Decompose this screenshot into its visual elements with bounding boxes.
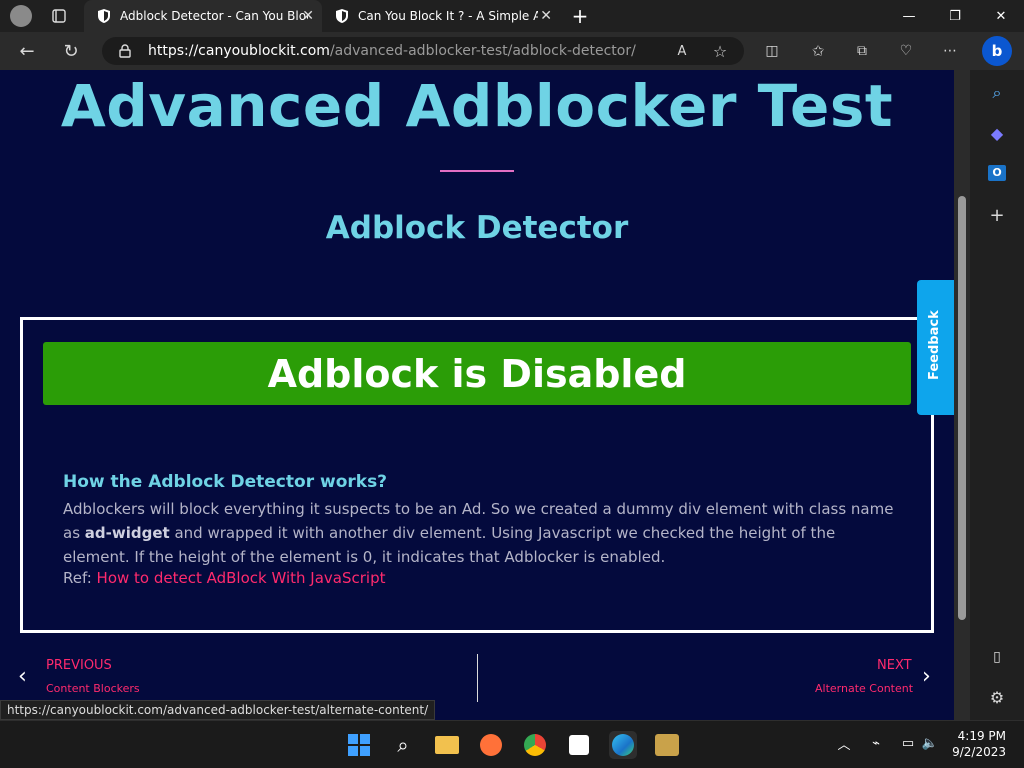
browser-essentials-icon[interactable]: ♡ <box>896 41 916 61</box>
windows-start-icon[interactable] <box>345 731 373 759</box>
favorites-icon[interactable]: ✩ <box>808 41 828 61</box>
windows-taskbar: ⌕ ︿ ⌁ ▭ 🔈 4:19 PM 9/2/2023 <box>0 720 1024 768</box>
ref-label: Ref: <box>63 569 97 587</box>
tab-title: Can You Block It ? - A Simple Ad <box>358 9 538 23</box>
how-it-works-heading: How the Adblock Detector works? <box>63 472 388 492</box>
search-icon[interactable]: ⌕ <box>984 80 1010 106</box>
previous-link-title[interactable]: Content Blockers <box>46 682 140 695</box>
nav-separator <box>477 654 478 702</box>
tab-can-you-block-it[interactable]: Can You Block It ? - A Simple Ad ✕ <box>322 0 560 32</box>
clock-date: 9/2/2023 <box>952 745 1006 759</box>
lock-icon[interactable] <box>118 43 132 59</box>
profile-avatar[interactable] <box>10 5 32 27</box>
system-clock[interactable]: 4:19 PM 9/2/2023 <box>952 728 1006 760</box>
copilot-icon[interactable]: ◆ <box>984 120 1010 146</box>
clock-time: 4:19 PM <box>957 729 1006 743</box>
close-tab-icon[interactable]: ✕ <box>540 8 552 24</box>
title-bar: Adblock Detector - Can You Block ✕ Can Y… <box>0 0 1024 32</box>
previous-link-label[interactable]: PREVIOUS <box>46 658 112 673</box>
adblock-status-banner: Adblock is Disabled <box>43 342 911 405</box>
read-aloud-icon[interactable]: A <box>672 41 692 61</box>
close-tab-icon[interactable]: ✕ <box>302 8 314 24</box>
url-path: /advanced-adblocker-test/adblock-detecto… <box>329 43 636 59</box>
feedback-tab[interactable]: Feedback <box>917 280 954 415</box>
next-link-title[interactable]: Alternate Content <box>815 682 913 695</box>
hide-sidebar-icon[interactable]: ▯ <box>984 644 1010 670</box>
shield-icon <box>98 9 110 23</box>
page-title: Advanced Adblocker Test <box>60 72 894 140</box>
how-text-part-2: and wrapped it with another div element.… <box>63 524 836 566</box>
settings-gear-icon[interactable]: ⚙ <box>984 684 1010 710</box>
search-icon[interactable]: ⌕ <box>389 731 417 759</box>
back-icon[interactable]: ← <box>16 40 38 62</box>
more-menu-icon[interactable]: ⋯ <box>940 41 960 61</box>
tab-adblock-detector[interactable]: Adblock Detector - Can You Block ✕ <box>84 0 322 32</box>
edge-icon[interactable] <box>609 731 637 759</box>
web-page: Advanced Adblocker Test Adblock Detector… <box>0 70 954 720</box>
scrollbar-thumb[interactable] <box>958 196 966 620</box>
outlook-icon[interactable]: O <box>984 160 1010 186</box>
collections-icon[interactable]: ⧉ <box>852 41 872 61</box>
previous-arrow-icon[interactable]: ‹ <box>18 664 27 689</box>
minimize-icon[interactable]: — <box>886 0 932 32</box>
url-host: https://canyoublockit.com <box>148 43 330 59</box>
feedback-label: Feedback <box>927 310 942 380</box>
file-explorer-icon[interactable] <box>433 731 461 759</box>
reference-link[interactable]: How to detect AdBlock With JavaScript <box>97 569 386 587</box>
detector-card: Adblock is Disabled How the Adblock Dete… <box>20 317 934 633</box>
reference-line: Ref: How to detect AdBlock With JavaScri… <box>63 569 386 587</box>
next-link-label[interactable]: NEXT <box>877 658 912 673</box>
link-status-url: https://canyoublockit.com/advanced-adblo… <box>0 700 436 720</box>
display-icon[interactable]: ▭ <box>898 733 918 753</box>
tab-actions-icon[interactable] <box>48 6 70 26</box>
shield-icon <box>336 9 348 23</box>
add-sidebar-app-icon[interactable]: + <box>984 202 1010 228</box>
close-window-icon[interactable]: ✕ <box>978 0 1024 32</box>
refresh-icon[interactable]: ↻ <box>60 40 82 62</box>
bing-copilot-icon[interactable]: b <box>982 36 1012 66</box>
title-divider <box>440 170 514 172</box>
chrome-icon[interactable] <box>521 731 549 759</box>
new-tab-icon[interactable]: + <box>568 4 592 28</box>
favorite-star-icon[interactable]: ☆ <box>710 41 730 61</box>
volume-icon[interactable]: 🔈 <box>920 733 940 753</box>
firefox-icon[interactable] <box>477 731 505 759</box>
photos-app-icon[interactable] <box>653 731 681 759</box>
url-text[interactable]: https://canyoublockit.com/advanced-adblo… <box>148 43 636 59</box>
network-icon[interactable]: ⌁ <box>866 733 886 753</box>
how-it-works-text: Adblockers will block everything it susp… <box>63 497 903 569</box>
split-screen-icon[interactable]: ◫ <box>762 41 782 61</box>
ad-widget-class-name: ad-widget <box>84 524 170 542</box>
restore-icon[interactable]: ❐ <box>932 0 978 32</box>
edge-sidebar: ⌕ ◆ O + ▯ ⚙ <box>970 70 1024 720</box>
microsoft-store-icon[interactable] <box>565 731 593 759</box>
tab-title: Adblock Detector - Can You Block <box>120 9 308 23</box>
chevron-up-icon[interactable]: ︿ <box>834 733 854 753</box>
page-subtitle: Adblock Detector <box>325 210 629 246</box>
next-arrow-icon[interactable]: › <box>922 664 931 689</box>
